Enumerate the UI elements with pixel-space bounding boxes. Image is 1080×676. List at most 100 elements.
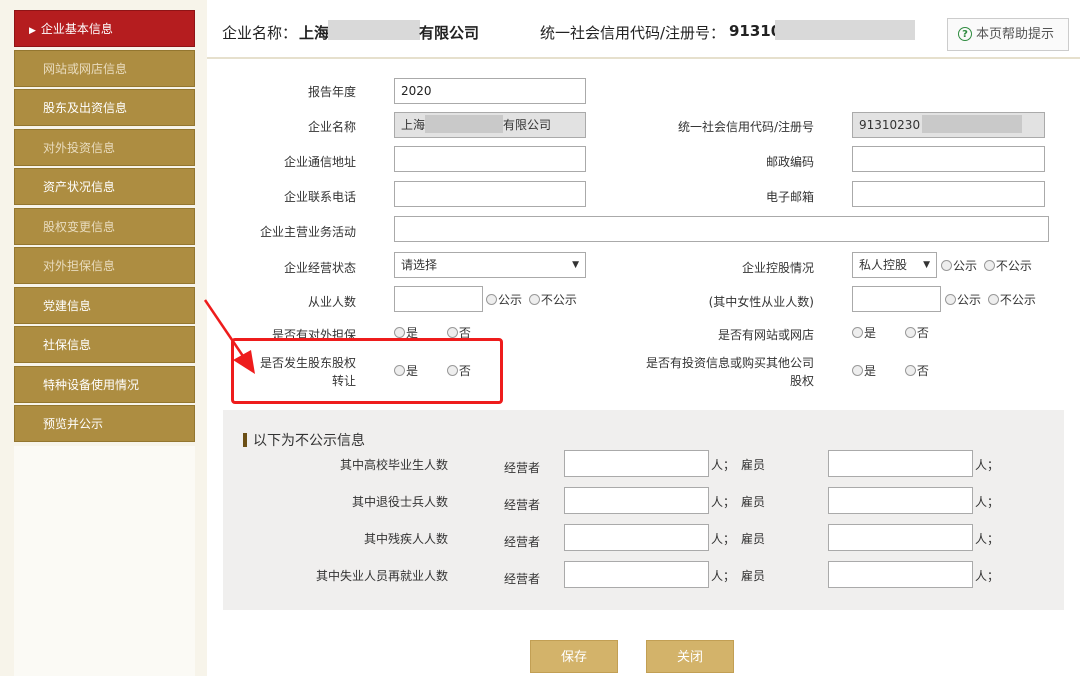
radio-public[interactable] — [945, 294, 956, 305]
sidebar-background — [14, 446, 195, 676]
help-button[interactable]: ? 本页帮助提示 — [947, 18, 1069, 51]
company-name-label: 企业名称： — [222, 24, 298, 42]
header: 企业名称： 上海 有限公司 统一社会信用代码/注册号： 91310 ? 本页帮助… — [207, 0, 1080, 58]
person-unit-label: 人； — [975, 458, 1000, 472]
sidebar-item-label: 特种设备使用情况 — [43, 377, 140, 392]
company-name-prefix: 上海 — [299, 24, 330, 42]
sidebar-item-label: 对外担保信息 — [43, 259, 116, 273]
radio-nonpublic-label: 不公示 — [540, 293, 577, 307]
holding-visibility-radio-group: 公示 不公示 — [941, 257, 1032, 274]
radio-public-label: 公示 — [498, 293, 523, 307]
radio-nonpublic[interactable] — [528, 294, 540, 305]
credit-code-value: 91310 — [729, 22, 782, 40]
sidebar-item-label: 网站或网店信息 — [43, 61, 128, 76]
company-name-field-suffix: 有限公司 — [503, 118, 552, 132]
nonpublic-title-text: 以下为不公示信息 — [253, 433, 365, 449]
radio-public[interactable] — [941, 260, 952, 271]
sidebar-item-label: 股东及出资信息 — [43, 101, 128, 115]
employee-count-input[interactable] — [828, 561, 973, 588]
nonpublic-row-label: 其中残疾人人数 — [363, 532, 448, 546]
company-name-field-label: 企业名称 — [307, 120, 356, 134]
employee-label: 雇员 — [741, 532, 766, 546]
sidebar-item-label: 对外投资信息 — [43, 140, 116, 155]
website-radio-group: 是 否 — [852, 324, 929, 341]
female-employees-input[interactable] — [852, 286, 941, 312]
radio-no[interactable] — [904, 327, 916, 338]
holding-label: 企业控股情况 — [741, 261, 814, 275]
sidebar-item-basic-info[interactable]: ▶ 企业基本信息 — [14, 10, 195, 47]
radio-nonpublic[interactable] — [987, 294, 999, 305]
sidebar-item-special-equipment[interactable]: 特种设备使用情况 — [14, 365, 195, 403]
credit-code-label: 统一社会信用代码/注册号： — [540, 24, 726, 42]
postcode-input[interactable] — [852, 146, 1045, 172]
email-input[interactable] — [852, 181, 1045, 207]
radio-public[interactable] — [486, 294, 497, 305]
radio-nonpublic[interactable] — [983, 260, 995, 271]
save-button[interactable]: 保存 — [530, 640, 618, 673]
section-marker-icon — [243, 433, 247, 447]
radio-yes[interactable] — [394, 327, 405, 338]
credit-code-field-value: 91310230 — [859, 118, 921, 132]
business-input[interactable] — [394, 216, 1049, 242]
holding-select[interactable]: 私人控股 ▼ — [852, 252, 937, 278]
operator-count-input[interactable] — [564, 561, 709, 588]
redaction-mask — [328, 20, 420, 40]
sidebar-item-assets[interactable]: 资产状况信息 — [14, 168, 195, 205]
invest-label: 是否有投资信息或购买其他公司 股权 — [600, 354, 814, 390]
employee-label: 雇员 — [741, 495, 766, 509]
nonpublic-row-label: 其中退役士兵人数 — [351, 495, 448, 509]
sidebar-item-website[interactable]: 网站或网店信息 — [14, 49, 195, 87]
sidebar-item-party[interactable]: 党建信息 — [14, 286, 195, 324]
person-unit-label: 人； — [975, 495, 1000, 509]
employee-label: 雇员 — [741, 458, 766, 472]
caret-down-icon: ▼ — [572, 260, 579, 270]
status-select[interactable]: 请选择 ▼ — [394, 252, 586, 278]
phone-input[interactable] — [394, 181, 586, 207]
report-year-input[interactable]: 2020 — [394, 78, 586, 104]
employee-label: 雇员 — [741, 569, 766, 583]
person-unit-label: 人； — [711, 458, 736, 472]
address-input[interactable] — [394, 146, 586, 172]
employee-count-input[interactable] — [828, 450, 973, 477]
employees-input[interactable] — [394, 286, 483, 312]
sidebar-item-guarantee[interactable]: 对外担保信息 — [14, 247, 195, 284]
status-select-value: 请选择 — [401, 258, 438, 272]
radio-no[interactable] — [904, 365, 916, 376]
caret-right-icon: ▶ — [29, 26, 36, 36]
sidebar: ▶ 企业基本信息 网站或网店信息 股东及出资信息 对外投资信息 资产状况信息 股权… — [14, 10, 195, 445]
redaction-mask — [425, 115, 504, 133]
operator-count-input[interactable] — [564, 487, 709, 514]
employees-visibility-radio-group: 公示 不公示 — [486, 291, 577, 308]
person-unit-label: 人； — [711, 569, 736, 583]
credit-code-field: 91310230 — [852, 112, 1045, 138]
company-name-suffix: 有限公司 — [419, 24, 480, 42]
employee-count-input[interactable] — [828, 524, 973, 551]
divider — [207, 57, 1080, 59]
radio-no-label: 否 — [916, 326, 929, 340]
radio-no-label: 否 — [916, 364, 929, 378]
radio-nonpublic-label: 不公示 — [999, 293, 1036, 307]
invest-label-line2: 股权 — [789, 374, 814, 388]
person-unit-label: 人； — [975, 569, 1000, 583]
radio-yes[interactable] — [852, 365, 863, 376]
operator-count-input[interactable] — [564, 450, 709, 477]
employee-count-input[interactable] — [828, 487, 973, 514]
sidebar-item-label: 预览并公示 — [43, 417, 104, 431]
operator-label: 经营者 — [503, 572, 540, 586]
email-label: 电子邮箱 — [765, 190, 814, 204]
sidebar-item-equity-change[interactable]: 股权变更信息 — [14, 207, 195, 245]
holding-select-value: 私人控股 — [859, 258, 908, 272]
person-unit-label: 人； — [975, 532, 1000, 546]
person-unit-label: 人； — [711, 495, 736, 509]
help-button-label: 本页帮助提示 — [976, 27, 1055, 42]
radio-yes[interactable] — [852, 327, 863, 338]
radio-no[interactable] — [446, 327, 458, 338]
sidebar-item-investment[interactable]: 对外投资信息 — [14, 128, 195, 166]
operator-count-input[interactable] — [564, 524, 709, 551]
sidebar-item-shareholders[interactable]: 股东及出资信息 — [14, 89, 195, 126]
sidebar-item-preview[interactable]: 预览并公示 — [14, 405, 195, 442]
sidebar-item-social-security[interactable]: 社保信息 — [14, 326, 195, 363]
close-button[interactable]: 关闭 — [646, 640, 734, 673]
sidebar-item-label: 企业基本信息 — [40, 22, 113, 36]
website-label: 是否有网站或网店 — [717, 328, 814, 342]
